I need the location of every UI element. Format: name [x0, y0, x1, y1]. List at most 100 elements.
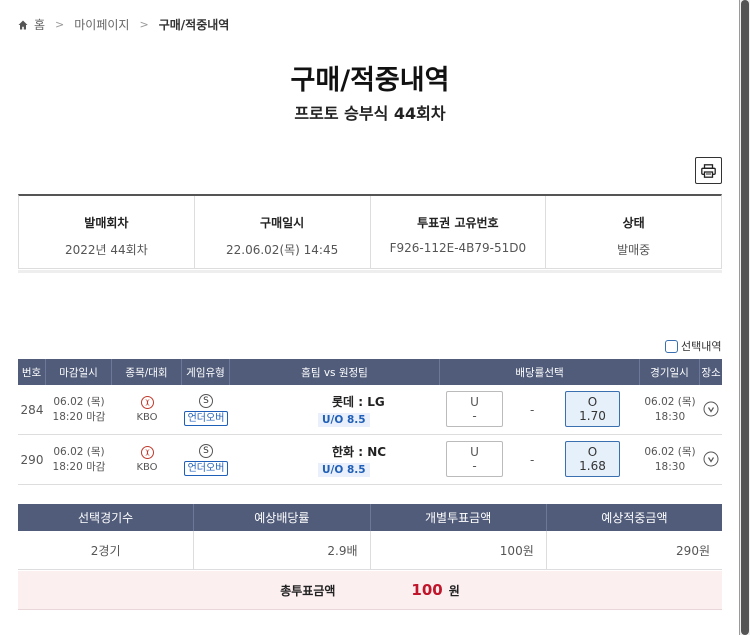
place — [700, 435, 722, 484]
breadcrumb-current: 구매/적중내역 — [158, 18, 230, 32]
info-value: 발매중 — [617, 243, 651, 257]
checkbox-label: 선택내역 — [681, 340, 722, 353]
col-header: 선택경기수 — [18, 504, 195, 531]
league-name: KBO — [136, 462, 158, 473]
divider — [18, 270, 722, 273]
game-datetime: 06.02 (목) 18:30 — [640, 385, 700, 434]
breadcrumb-mypage[interactable]: 마이페이지 — [74, 16, 129, 33]
option-odds: - — [472, 409, 477, 423]
chevron-right-icon: > — [139, 18, 149, 31]
info-value: 2022년 44회차 — [65, 243, 148, 257]
mid-option: - — [530, 453, 535, 467]
col-header: 게임유형 — [182, 359, 230, 385]
info-value: F926-112E-4B79-51D0 — [389, 241, 527, 255]
game-time: 18:30 — [654, 460, 686, 473]
team-matchup: 롯데 : LG — [332, 394, 385, 409]
deadline-time: 18:20 마감 — [52, 460, 106, 473]
col-header: 예상적중금액 — [601, 511, 668, 525]
game-table: 번호 마감일시 종목/대회 게임유형 홈팀 vs 원정팀 배당률선택 경기일시 … — [18, 359, 722, 485]
page-subtitle: 프로토 승부식 44회차 — [294, 104, 446, 123]
option-label: O — [587, 395, 598, 409]
over-option[interactable]: O 1.68 — [565, 441, 620, 477]
info-label: 상태 — [622, 216, 645, 230]
league-name: KBO — [136, 412, 158, 423]
selected-game-count: 2경기 — [18, 531, 195, 569]
option-odds: 1.70 — [579, 409, 606, 423]
breadcrumb-home[interactable]: 홈 — [34, 16, 45, 33]
col-header: 종목/대회 — [112, 359, 182, 385]
table-row: 284 06.02 (목) 18:20 마감 KBO S 언더오버 롯데 : L… — [18, 385, 722, 435]
special-icon: S — [199, 443, 213, 458]
col-header: 장소 — [701, 366, 721, 379]
option-label: O — [587, 445, 598, 459]
info-value: 22.06.02(목) 14:45 — [226, 243, 339, 257]
game-type: S 언더오버 — [182, 385, 230, 434]
checkbox-icon[interactable] — [665, 339, 678, 353]
option-label: U — [470, 395, 479, 409]
location-pin-icon[interactable] — [703, 451, 719, 469]
vertical-scrollbar[interactable] — [740, 0, 750, 635]
col-header: 예상배당률 — [194, 504, 371, 531]
breadcrumb: 홈 > 마이페이지 > 구매/적중내역 — [18, 16, 229, 33]
col-header: 마감일시 — [46, 359, 112, 385]
teams: 한화 : NC U/O 8.5 — [230, 435, 440, 484]
info-status: 상태 발매중 — [546, 196, 721, 268]
game-time: 18:30 — [654, 410, 686, 423]
baseball-icon — [140, 396, 154, 409]
summary-header: 선택경기수 예상배당률 개별투표금액 예상적중금액 — [18, 504, 722, 531]
bet-amount: 100원 — [371, 531, 547, 569]
selected-only-checkbox[interactable]: 선택내역 — [665, 338, 721, 354]
teams: 롯데 : LG U/O 8.5 — [230, 385, 440, 434]
col-header: 홈팀 vs 원정팀 — [230, 359, 440, 385]
deadline: 06.02 (목) 18:20 마감 — [46, 435, 112, 484]
game-type-badge: 언더오버 — [183, 410, 229, 426]
col-header: 경기일시 — [640, 359, 700, 385]
sport-league: KBO — [112, 435, 182, 484]
game-datetime: 06.02 (목) 18:30 — [640, 435, 700, 484]
baseball-icon — [140, 446, 154, 459]
info-label: 구매일시 — [260, 216, 305, 230]
total-unit: 원 — [448, 583, 460, 598]
mid-option: - — [530, 403, 535, 417]
under-option[interactable]: U - — [446, 441, 503, 477]
summary-row: 2경기 2.9배 100원 290원 — [18, 531, 722, 570]
location-pin-icon[interactable] — [703, 401, 719, 419]
option-odds: 1.68 — [579, 459, 606, 473]
game-number: 290 — [20, 452, 44, 467]
game-date: 06.02 (목) — [644, 445, 696, 458]
handicap-line: U/O 8.5 — [318, 412, 370, 427]
deadline-date: 06.02 (목) — [53, 395, 105, 408]
printer-icon — [701, 163, 716, 178]
deadline: 06.02 (목) 18:20 마감 — [46, 385, 112, 434]
odds-selection: U - - O 1.68 — [440, 435, 640, 484]
game-date: 06.02 (목) — [644, 395, 696, 408]
page-title: 구매/적중내역 — [290, 65, 450, 96]
col-header: 번호 — [18, 359, 46, 385]
total-label: 총투표금액 — [280, 583, 336, 598]
total-bet-bar: 총투표금액 100 원 — [18, 571, 722, 610]
place — [700, 385, 722, 434]
game-type-badge: 언더오버 — [183, 460, 229, 476]
game-number: 284 — [20, 402, 44, 417]
option-label: U — [470, 445, 479, 459]
expected-odds: 2.9배 — [194, 531, 371, 569]
scrollbar-thumb[interactable] — [741, 0, 749, 635]
under-option[interactable]: U - — [446, 391, 503, 427]
table-row: 290 06.02 (목) 18:20 마감 KBO S 언더오버 한화 : N… — [18, 435, 722, 485]
option-odds: - — [472, 459, 477, 473]
handicap-line: U/O 8.5 — [318, 462, 370, 477]
chevron-right-icon: > — [55, 18, 65, 31]
special-icon: S — [199, 393, 213, 408]
info-label: 발매회차 — [84, 216, 129, 230]
deadline-time: 18:20 마감 — [52, 410, 106, 423]
game-type: S 언더오버 — [182, 435, 230, 484]
over-option[interactable]: O 1.70 — [565, 391, 620, 427]
deadline-date: 06.02 (목) — [53, 445, 105, 458]
print-button[interactable] — [695, 157, 722, 184]
col-header: 개별투표금액 — [371, 504, 547, 531]
info-ticket-id: 투표권 고유번호 F926-112E-4B79-51D0 — [371, 196, 547, 268]
odds-selection: U - - O 1.70 — [440, 385, 640, 434]
col-header: 배당률선택 — [440, 359, 640, 385]
home-icon[interactable] — [18, 20, 28, 30]
sport-league: KBO — [112, 385, 182, 434]
